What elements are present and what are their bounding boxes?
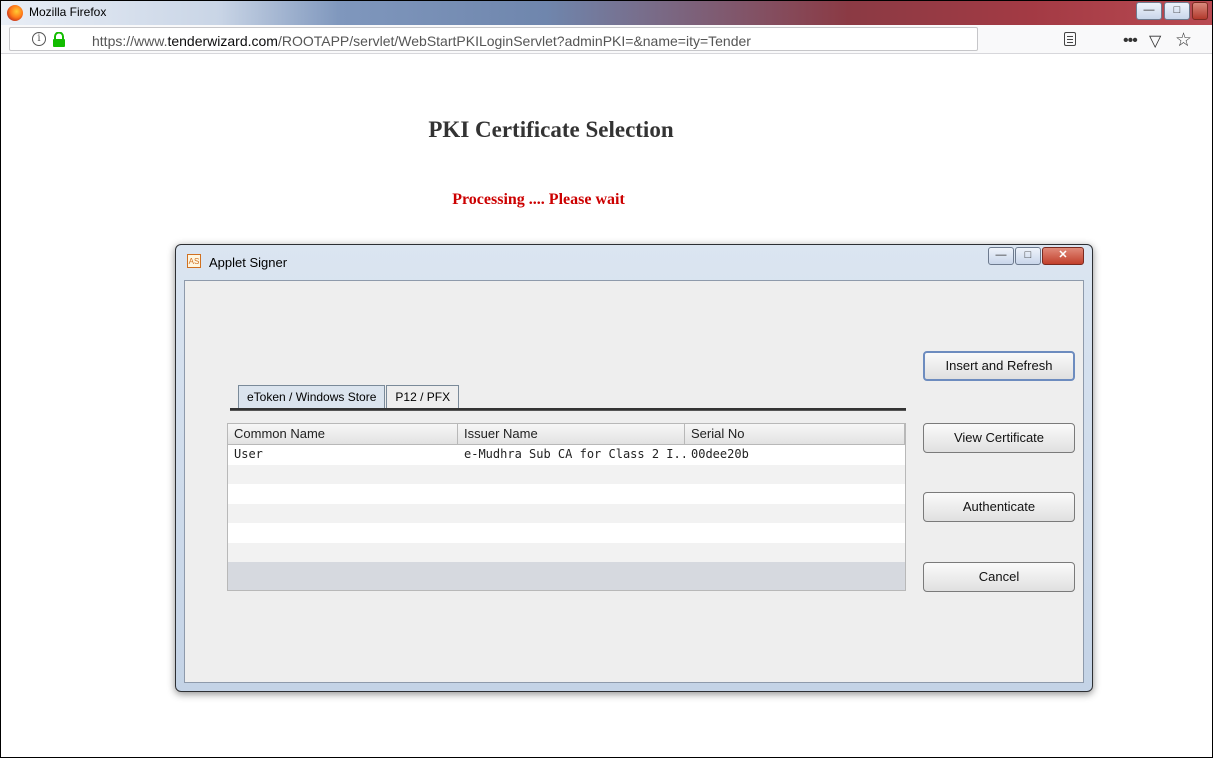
dialog-content: eToken / Windows Store P12 / PFX Common …: [184, 280, 1084, 683]
window-title: Mozilla Firefox: [29, 5, 107, 19]
empty-row: [228, 523, 905, 543]
certificate-store-tabs: eToken / Windows Store P12 / PFX: [238, 385, 460, 409]
url-text[interactable]: https://www.tenderwizard.com/ROOTAPP/ser…: [92, 33, 751, 49]
firefox-window: Mozilla Firefox — □ i https://www.tender…: [0, 0, 1213, 758]
window-titlebar: Mozilla Firefox — □: [1, 1, 1212, 25]
dialog-maximize-button[interactable]: □: [1015, 247, 1041, 265]
cell-common-name: User: [234, 447, 263, 461]
dialog-minimize-button[interactable]: —: [988, 247, 1014, 265]
table-header: Common Name Issuer Name Serial No: [228, 424, 905, 445]
column-header-serial-no[interactable]: Serial No: [685, 424, 905, 444]
empty-row: [228, 542, 905, 562]
column-header-common-name[interactable]: Common Name: [228, 424, 458, 444]
tab-p12-pfx[interactable]: P12 / PFX: [386, 385, 460, 409]
lock-icon[interactable]: [52, 32, 66, 48]
empty-row: [228, 503, 905, 523]
authenticate-button[interactable]: Authenticate: [923, 492, 1075, 522]
window-controls: — □: [1134, 2, 1208, 20]
dialog-close-button[interactable]: ✕: [1042, 247, 1084, 265]
bookmark-star-icon[interactable]: ☆: [1175, 29, 1192, 52]
reader-view-icon[interactable]: [1064, 32, 1076, 46]
tab-etoken-windows-store[interactable]: eToken / Windows Store: [238, 385, 386, 409]
maximize-button[interactable]: □: [1164, 2, 1190, 20]
processing-status: Processing .... Please wait: [452, 191, 625, 208]
pocket-icon[interactable]: ▽: [1149, 31, 1161, 51]
browser-toolbar: i https://www.tenderwizard.com/ROOTAPP/s…: [1, 25, 1212, 54]
page-title: PKI Certificate Selection: [428, 117, 674, 142]
dialog-title: Applet Signer: [209, 255, 288, 270]
insert-and-refresh-button[interactable]: Insert and Refresh: [923, 351, 1075, 381]
firefox-logo-icon: [7, 5, 23, 21]
view-certificate-button[interactable]: View Certificate: [923, 423, 1075, 453]
applet-signer-dialog: AS Applet Signer — □ ✕ eToken / Windows …: [175, 244, 1093, 692]
dialog-window-controls: — □ ✕: [987, 247, 1084, 265]
cell-issuer-name: e-Mudhra Sub CA for Class 2 I...: [464, 447, 685, 461]
empty-row: [228, 464, 905, 484]
close-button[interactable]: [1192, 2, 1208, 20]
empty-row: [228, 484, 905, 504]
info-icon[interactable]: i: [32, 32, 46, 46]
certificate-table[interactable]: Common Name Issuer Name Serial No User e…: [227, 423, 906, 591]
url-bar[interactable]: i https://www.tenderwizard.com/ROOTAPP/s…: [9, 27, 978, 51]
applet-icon: AS: [187, 254, 201, 268]
table-empty-area: [228, 562, 905, 590]
more-actions-icon[interactable]: •••: [1123, 32, 1138, 50]
table-row[interactable]: User e-Mudhra Sub CA for Class 2 I... 00…: [228, 445, 905, 465]
minimize-button[interactable]: —: [1136, 2, 1162, 20]
column-header-issuer-name[interactable]: Issuer Name: [458, 424, 685, 444]
cancel-button[interactable]: Cancel: [923, 562, 1075, 592]
tab-divider: [230, 408, 906, 411]
cell-serial-no: 00dee20b: [691, 447, 749, 461]
